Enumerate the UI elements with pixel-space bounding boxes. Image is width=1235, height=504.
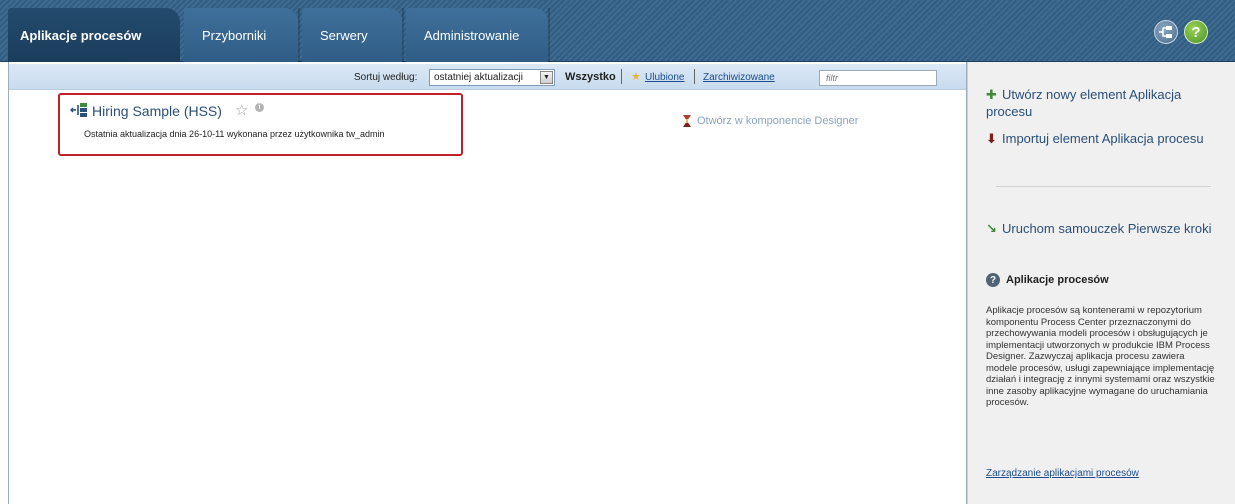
filter-archived-link[interactable]: Zarchiwizowane	[703, 72, 775, 83]
tab-servers-label: Serwery	[320, 27, 368, 43]
chevron-down-icon: ▼	[540, 71, 553, 84]
tab-administration[interactable]: Administrowanie	[406, 8, 550, 62]
top-navigation-bar: Aplikacje procesów Przyborniki Serwery A…	[0, 0, 1235, 62]
create-process-app-link[interactable]: ✚ Utwórz nowy element Aplikacja procesu	[986, 86, 1226, 120]
tab-toolkits[interactable]: Przyborniki	[184, 8, 300, 62]
filter-separator	[621, 69, 622, 84]
favorite-star-icon: ★	[631, 71, 641, 83]
tab-servers[interactable]: Serwery	[302, 8, 404, 62]
tutorial-arrow-icon: ↘	[986, 221, 997, 236]
info-icon[interactable]: i	[255, 103, 264, 112]
create-process-app-label: Utwórz nowy element Aplikacja procesu	[986, 87, 1182, 119]
sort-dropdown[interactable]: ostatniej aktualizacji ▼	[429, 69, 555, 86]
process-app-description: Ostatnia aktualizacja dnia 26-10-11 wyko…	[84, 129, 385, 139]
filter-input[interactable]	[819, 70, 937, 86]
import-process-app-label: Importuj element Aplikacja procesu	[1002, 131, 1204, 146]
toolkit-button[interactable]	[1154, 20, 1178, 44]
process-app-item[interactable]: Hiring Sample (HSS) ☆ i Ostatnia aktuali…	[58, 93, 463, 156]
process-app-title[interactable]: Hiring Sample (HSS)	[92, 103, 222, 119]
filter-separator	[694, 69, 695, 84]
tab-process-apps-label: Aplikacje procesów	[20, 27, 142, 43]
tab-toolkits-label: Przyborniki	[202, 27, 267, 43]
import-process-app-link[interactable]: ⬇ Importuj element Aplikacja procesu	[986, 130, 1226, 147]
help-description: Aplikacje procesów są kontenerami w repo…	[986, 305, 1215, 408]
help-heading-label: Aplikacje procesów	[1006, 274, 1109, 286]
question-icon: ?	[986, 273, 1000, 287]
start-tutorial-label: Uruchom samouczek Pierwsze kroki	[1002, 221, 1212, 236]
process-app-icon	[70, 103, 87, 117]
start-tutorial-link[interactable]: ↘ Uruchom samouczek Pierwsze kroki	[986, 220, 1226, 237]
designer-icon	[683, 115, 691, 127]
import-icon: ⬇	[986, 131, 997, 146]
open-in-designer-label: Otwórz w komponencie Designer	[697, 115, 859, 127]
filter-all-link[interactable]: Wszystko	[565, 71, 616, 83]
help-button[interactable]: ?	[1184, 20, 1208, 44]
help-heading: ? Aplikacje procesów	[986, 273, 1109, 287]
help-icon: ?	[1191, 23, 1201, 41]
sort-label: Sortuj według:	[354, 72, 418, 83]
toolkit-icon	[1159, 26, 1172, 38]
tab-administration-label: Administrowanie	[424, 27, 520, 43]
favorite-toggle-icon[interactable]: ☆	[235, 101, 248, 119]
right-sidebar: ✚ Utwórz nowy element Aplikacja procesu ⬇…	[967, 62, 1235, 504]
sort-dropdown-value: ostatniej aktualizacji	[434, 72, 523, 83]
tab-process-apps[interactable]: Aplikacje procesów	[8, 8, 180, 62]
manage-process-apps-link[interactable]: Zarządzanie aplikacjami procesów	[986, 468, 1139, 479]
list-toolbar: Sortuj według: ostatniej aktualizacji ▼ …	[9, 64, 966, 90]
open-in-designer-link[interactable]: Otwórz w komponencie Designer	[681, 114, 858, 128]
plus-icon: ✚	[986, 87, 997, 102]
filter-favorites-link[interactable]: Ulubione	[645, 72, 684, 83]
sidebar-divider	[996, 186, 1211, 187]
main-panel: Sortuj według: ostatniej aktualizacji ▼ …	[8, 62, 967, 504]
